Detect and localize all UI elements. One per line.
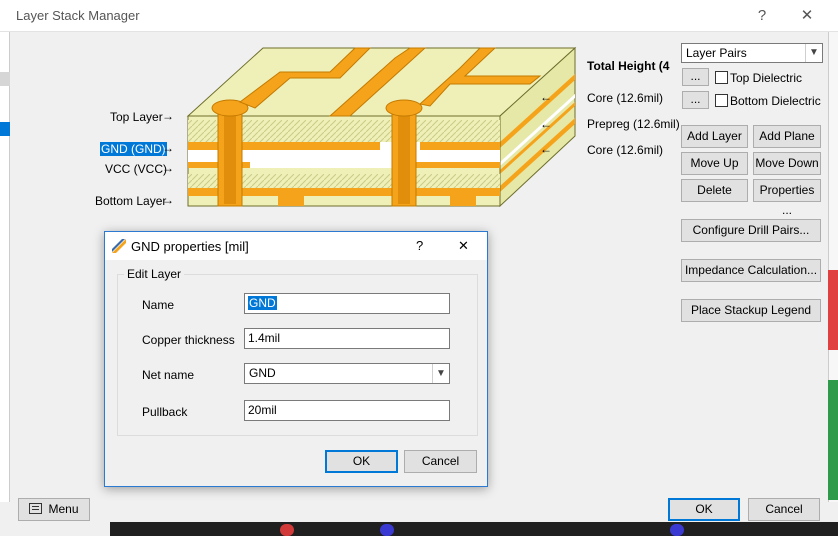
ok-button[interactable]: OK: [668, 498, 740, 521]
top-dielectric-checkbox[interactable]: [715, 71, 728, 84]
dialog-title-bar: GND properties [mil] ? ✕: [105, 232, 487, 260]
arrow-icon: →: [162, 109, 174, 123]
dialog-title: GND properties [mil]: [131, 239, 249, 254]
layer-pairs-combo[interactable]: Layer Pairs ▼: [681, 43, 823, 63]
name-input[interactable]: GND: [244, 293, 450, 314]
net-name-value: GND: [249, 366, 276, 380]
cancel-button[interactable]: Cancel: [748, 498, 820, 521]
gnd-properties-dialog: GND properties [mil] ? ✕ Edit Layer Name…: [104, 231, 488, 487]
prepreg-label: Prepreg (12.6mil): [587, 117, 680, 131]
arrow-icon: ←: [540, 117, 552, 131]
left-background-strip: [0, 32, 10, 502]
configure-drill-pairs-button[interactable]: Configure Drill Pairs...: [681, 219, 821, 242]
bottom-dielectric-label: Bottom Dielectric: [730, 94, 821, 108]
dialog-close-button[interactable]: ✕: [458, 238, 469, 254]
move-down-button[interactable]: Move Down: [753, 152, 821, 175]
background-pcb-strip: [110, 522, 838, 536]
add-plane-button[interactable]: Add Plane: [753, 125, 821, 148]
window-title: Layer Stack Manager: [16, 8, 140, 23]
top-dielectric-label: Top Dielectric: [730, 71, 803, 85]
copper-thickness-label: Copper thickness: [142, 333, 235, 347]
bottom-dielectric-dots-button[interactable]: ...: [682, 91, 709, 109]
menu-button[interactable]: Menu: [18, 498, 90, 521]
add-layer-button[interactable]: Add Layer: [681, 125, 748, 148]
close-button[interactable]: ✕: [792, 4, 822, 28]
net-name-combo[interactable]: GND ▼: [244, 363, 450, 384]
edit-layer-group-title: Edit Layer: [124, 267, 185, 281]
layer-icon: [111, 238, 127, 254]
dialog-ok-button[interactable]: OK: [325, 450, 398, 473]
chevron-down-icon: ▼: [805, 44, 822, 62]
layer-pairs-value: Layer Pairs: [686, 46, 747, 60]
gnd-layer-label[interactable]: GND (GND): [100, 142, 167, 156]
name-label: Name: [142, 298, 175, 312]
pullback-label: Pullback: [142, 405, 188, 419]
background-green-region: [828, 380, 838, 500]
arrow-icon: ←: [540, 142, 552, 156]
arrow-icon: →: [162, 193, 174, 207]
total-height-label: Total Height (4: [587, 59, 670, 73]
layer-stack-diagram: [186, 46, 577, 208]
properties-button[interactable]: Properties ...: [753, 179, 821, 217]
bottom-layer-label[interactable]: Bottom Layer: [95, 194, 166, 208]
vcc-layer-label[interactable]: VCC (VCC): [105, 162, 167, 176]
arrow-icon: →: [162, 141, 174, 155]
arrow-icon: ←: [540, 90, 552, 104]
core1-label: Core (12.6mil): [587, 91, 664, 105]
copper-thickness-input[interactable]: 1.4mil: [244, 328, 450, 349]
top-dielectric-dots-button[interactable]: ...: [682, 68, 709, 86]
impedance-calculation-button[interactable]: Impedance Calculation...: [681, 259, 821, 282]
dialog-help-button[interactable]: ?: [416, 238, 423, 253]
menu-icon: [29, 503, 43, 514]
move-up-button[interactable]: Move Up: [681, 152, 748, 175]
delete-button[interactable]: Delete: [681, 179, 748, 202]
net-name-label: Net name: [142, 368, 195, 382]
place-stackup-legend-button[interactable]: Place Stackup Legend: [681, 299, 821, 322]
pullback-input[interactable]: 20mil: [244, 400, 450, 421]
help-button[interactable]: ?: [747, 4, 777, 28]
title-bar: Layer Stack Manager ? ✕: [0, 0, 838, 32]
bottom-dielectric-checkbox[interactable]: [715, 94, 728, 107]
top-layer-label: Top Layer: [110, 110, 163, 124]
core2-label: Core (12.6mil): [587, 143, 664, 157]
arrow-icon: →: [162, 161, 174, 175]
dialog-cancel-button[interactable]: Cancel: [404, 450, 477, 473]
background-red-region: [828, 270, 838, 350]
chevron-down-icon: ▼: [432, 364, 449, 383]
layer-stack-manager-window: Layer Stack Manager ? ✕ Top Layer → GND …: [0, 0, 838, 536]
